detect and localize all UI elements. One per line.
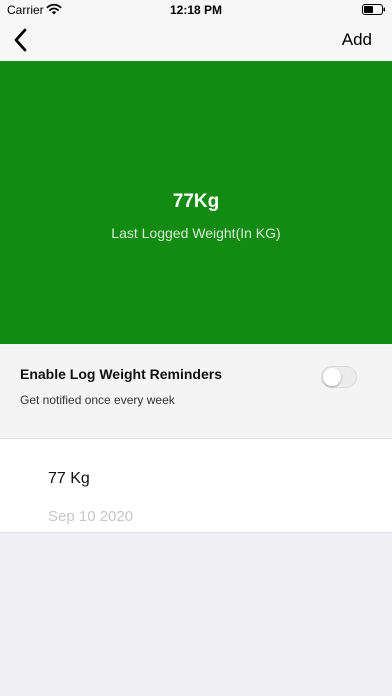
reminder-title: Enable Log Weight Reminders [20, 366, 222, 382]
last-weight-caption: Last Logged Weight(In KG) [111, 225, 281, 241]
toggle-knob [323, 368, 341, 386]
clock-label: 12:18 PM [169, 3, 223, 17]
entry-date: Sep 10 2020 [48, 508, 134, 525]
status-bar: Carrier 12:18 PM [0, 0, 392, 20]
reminder-subtitle: Get notified once every week [20, 393, 175, 407]
chevron-left-icon [14, 28, 27, 52]
add-button[interactable]: Add [342, 30, 372, 50]
back-button[interactable] [6, 24, 36, 56]
last-weight-value: 77Kg [172, 191, 220, 212]
entry-weight: 77 Kg [48, 470, 90, 487]
navigation-bar: Add [0, 20, 392, 61]
reminder-toggle[interactable] [321, 366, 357, 388]
reminder-settings: Enable Log Weight Reminders Get notified… [0, 345, 392, 439]
last-weight-banner: 77Kg Last Logged Weight(In KG) [0, 61, 392, 344]
battery-icon [362, 4, 385, 15]
weight-log-entry[interactable]: 77 Kg Sep 10 2020 [0, 439, 392, 533]
